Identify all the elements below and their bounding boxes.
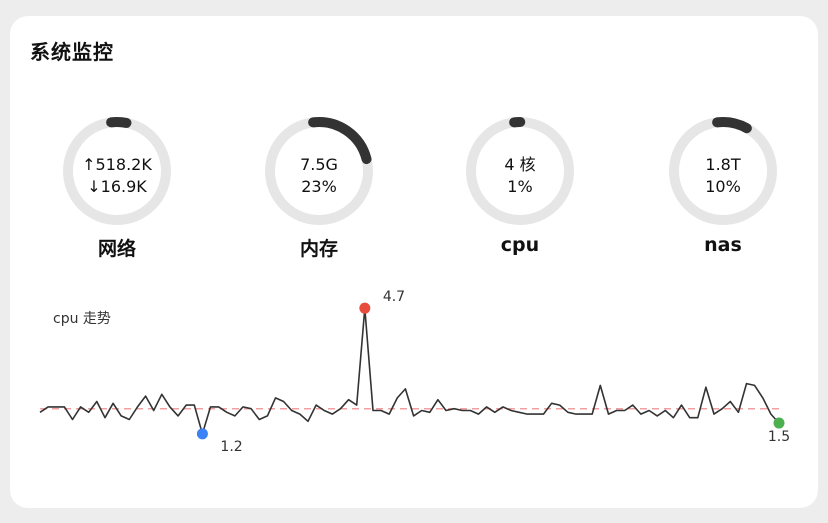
max-value-label: 4.7 xyxy=(383,289,405,305)
cpu-trend-chart: 4.7 1.2 1.5 xyxy=(39,289,790,455)
min-point-marker xyxy=(196,428,208,440)
system-monitor-card: 系统监控 ↑518.2K ↓16.9K 网络 7.5G 23% 内存 4 核 1… xyxy=(10,16,818,508)
cpu-trend-line xyxy=(39,307,780,435)
last-value-label: 1.5 xyxy=(768,429,790,445)
last-point-marker xyxy=(773,417,785,429)
min-value-label: 1.2 xyxy=(220,439,242,455)
max-point-marker xyxy=(359,302,371,314)
